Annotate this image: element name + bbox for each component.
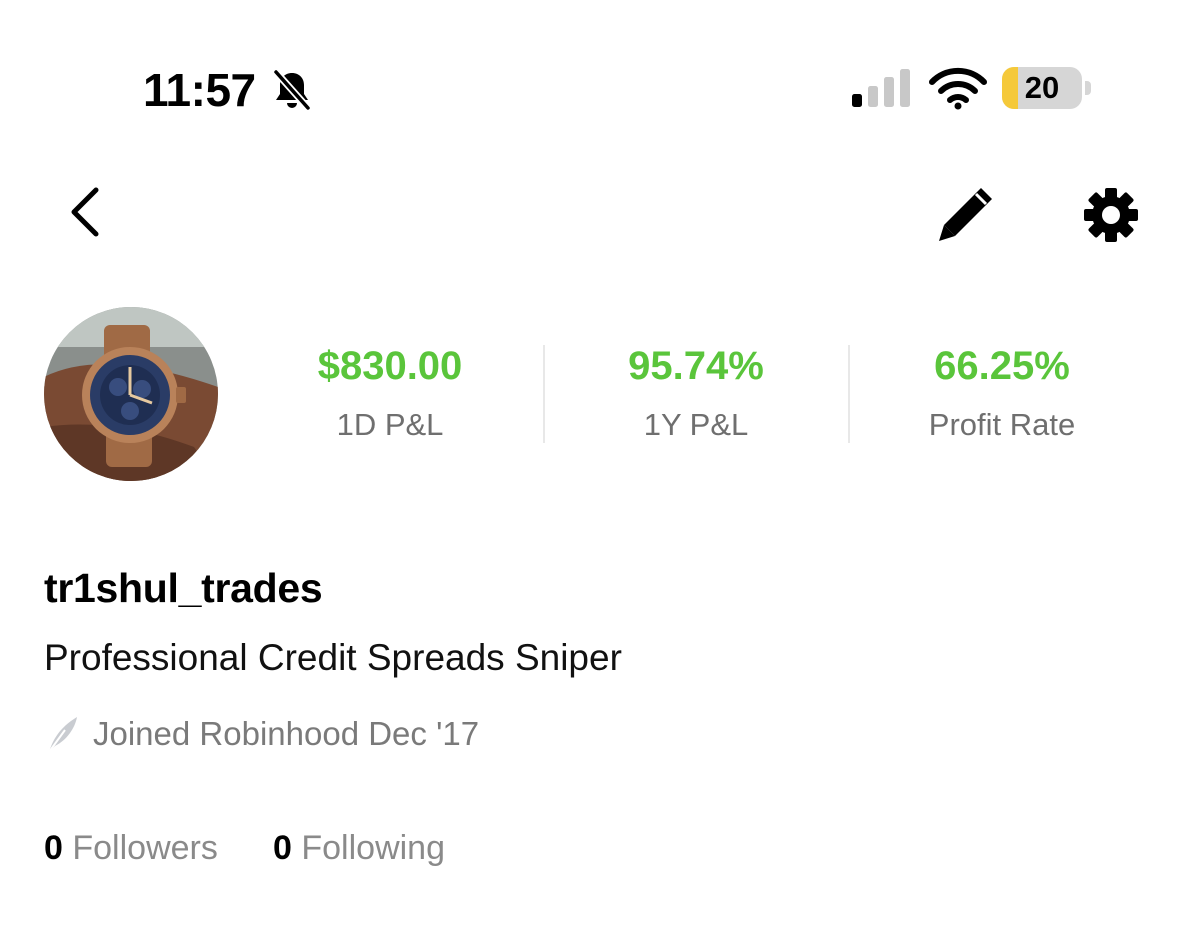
stat-1y-pnl: 95.74% 1Y P&L <box>590 338 802 453</box>
back-button[interactable] <box>58 182 114 242</box>
gear-icon <box>1084 188 1138 242</box>
robinhood-feather-icon <box>45 714 81 754</box>
joined-date: Joined Robinhood Dec '17 <box>93 715 480 752</box>
status-time: 11:57 <box>143 64 256 116</box>
following-count: 0 <box>273 829 292 867</box>
following-link[interactable]: 0 Following <box>273 820 445 876</box>
stat-value: 95.74% <box>628 344 764 388</box>
chevron-left-icon <box>71 187 99 237</box>
bio: Professional Credit Spreads Sniper <box>44 637 622 678</box>
edit-profile-button[interactable] <box>935 184 999 244</box>
stat-label: 1D P&L <box>336 407 444 442</box>
stat-divider <box>543 345 545 443</box>
wifi-icon <box>928 66 988 110</box>
bell-slash-icon <box>270 68 314 112</box>
battery-icon: 20 <box>1002 67 1094 111</box>
following-label: Following <box>301 829 445 867</box>
stat-label: 1Y P&L <box>643 407 749 442</box>
followers-link[interactable]: 0 Followers <box>44 820 218 876</box>
stat-profit-rate: 66.25% Profit Rate <box>895 338 1109 453</box>
battery-cap <box>1085 81 1091 95</box>
stat-value: 66.25% <box>934 344 1070 388</box>
battery-level: 20 <box>1024 70 1060 105</box>
pencil-icon <box>939 188 992 241</box>
avatar[interactable] <box>44 307 218 481</box>
stat-1d-pnl: $830.00 1D P&L <box>285 338 495 453</box>
settings-button[interactable] <box>1078 182 1144 248</box>
followers-label: Followers <box>72 829 218 867</box>
stat-label: Profit Rate <box>928 407 1076 442</box>
stat-value: $830.00 <box>317 344 463 388</box>
stat-divider <box>848 345 850 443</box>
username: tr1shul_trades <box>44 565 323 611</box>
followers-count: 0 <box>44 829 63 867</box>
cellular-signal-icon <box>851 68 913 108</box>
avatar-watch-photo <box>44 307 218 481</box>
